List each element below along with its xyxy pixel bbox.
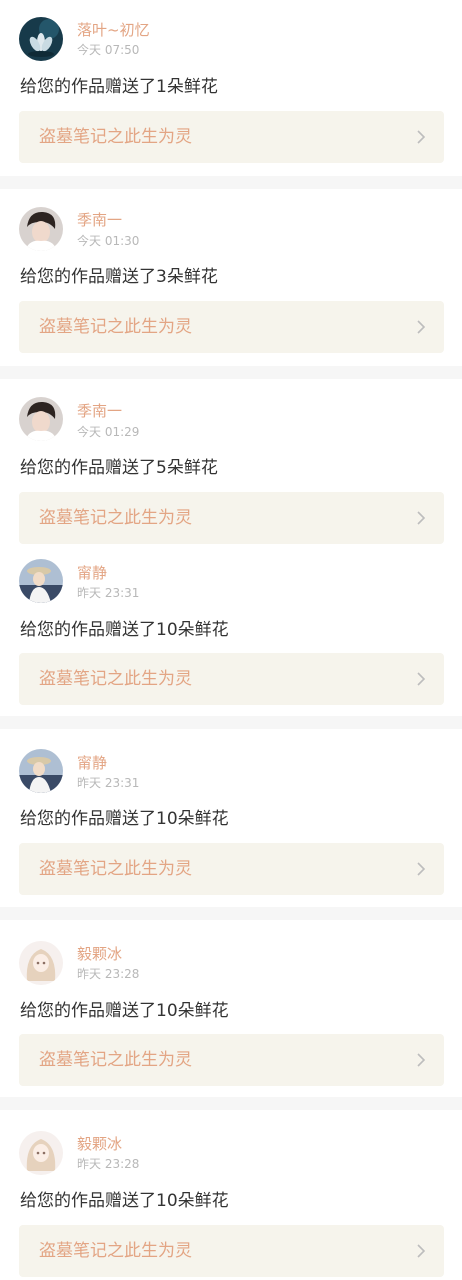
- work-link[interactable]: 盗墓笔记之此生为灵: [19, 492, 444, 544]
- chevron-right-icon: [416, 1244, 426, 1258]
- work-link[interactable]: 盗墓笔记之此生为灵: [19, 653, 444, 705]
- work-title: 盗墓笔记之此生为灵: [39, 669, 192, 689]
- username[interactable]: 落叶~初忆: [77, 21, 150, 39]
- timestamp: 今天 07:50: [77, 43, 140, 57]
- separator: [0, 1097, 462, 1110]
- username[interactable]: 毅颗冰: [77, 1135, 122, 1153]
- separator: [0, 716, 462, 729]
- separator: [0, 176, 462, 189]
- notification-card: 甯静 昨天 23:31 给您的作品赠送了10朵鲜花 盗墓笔记之此生为灵: [0, 551, 462, 716]
- username[interactable]: 甯静: [77, 564, 107, 582]
- lotus-avatar[interactable]: [19, 17, 63, 61]
- gift-message: 给您的作品赠送了10朵鲜花: [20, 1191, 229, 1211]
- girl-hat-avatar[interactable]: [19, 559, 63, 603]
- timestamp: 昨天 23:31: [77, 776, 140, 790]
- timestamp: 今天 01:29: [77, 425, 140, 439]
- chevron-right-icon: [416, 511, 426, 525]
- gift-message: 给您的作品赠送了10朵鲜花: [20, 1001, 229, 1021]
- flower-gift-notification-list: 落叶~初忆 今天 07:50 给您的作品赠送了1朵鲜花 盗墓笔记之此生为灵 季南…: [0, 0, 462, 1280]
- chevron-right-icon: [416, 320, 426, 334]
- timestamp: 昨天 23:28: [77, 1157, 140, 1171]
- work-title: 盗墓笔记之此生为灵: [39, 127, 192, 147]
- gift-message: 给您的作品赠送了3朵鲜花: [20, 267, 218, 287]
- work-link[interactable]: 盗墓笔记之此生为灵: [19, 1225, 444, 1277]
- gift-message: 给您的作品赠送了10朵鲜花: [20, 809, 229, 829]
- username[interactable]: 季南一: [77, 402, 122, 420]
- work-link[interactable]: 盗墓笔记之此生为灵: [19, 843, 444, 895]
- username[interactable]: 季南一: [77, 211, 122, 229]
- gift-message: 给您的作品赠送了1朵鲜花: [20, 77, 218, 97]
- notification-card: 季南一 今天 01:29 给您的作品赠送了5朵鲜花 盗墓笔记之此生为灵: [0, 379, 462, 551]
- gift-message: 给您的作品赠送了10朵鲜花: [20, 620, 229, 640]
- work-title: 盗墓笔记之此生为灵: [39, 1241, 192, 1261]
- work-title: 盗墓笔记之此生为灵: [39, 859, 192, 879]
- work-link[interactable]: 盗墓笔记之此生为灵: [19, 111, 444, 163]
- separator: [0, 366, 462, 379]
- chevron-right-icon: [416, 862, 426, 876]
- work-link[interactable]: 盗墓笔记之此生为灵: [19, 301, 444, 353]
- chevron-right-icon: [416, 130, 426, 144]
- work-title: 盗墓笔记之此生为灵: [39, 1050, 192, 1070]
- notification-card: 毅颗冰 昨天 23:28 给您的作品赠送了10朵鲜花 盗墓笔记之此生为灵: [0, 920, 462, 1097]
- notification-card: 甯静 昨天 23:31 给您的作品赠送了10朵鲜花 盗墓笔记之此生为灵: [0, 729, 462, 907]
- timestamp: 今天 01:30: [77, 234, 140, 248]
- boy-avatar[interactable]: [19, 397, 63, 441]
- chevron-right-icon: [416, 672, 426, 686]
- boy-avatar[interactable]: [19, 207, 63, 251]
- anime-girl-avatar[interactable]: [19, 941, 63, 985]
- notification-card: 毅颗冰 昨天 23:28 给您的作品赠送了10朵鲜花 盗墓笔记之此生为灵: [0, 1110, 462, 1280]
- separator: [0, 907, 462, 920]
- username[interactable]: 甯静: [77, 754, 107, 772]
- chevron-right-icon: [416, 1053, 426, 1067]
- girl-hat-avatar[interactable]: [19, 749, 63, 793]
- work-link[interactable]: 盗墓笔记之此生为灵: [19, 1034, 444, 1086]
- notification-card: 落叶~初忆 今天 07:50 给您的作品赠送了1朵鲜花 盗墓笔记之此生为灵: [0, 0, 462, 176]
- gift-message: 给您的作品赠送了5朵鲜花: [20, 458, 218, 478]
- work-title: 盗墓笔记之此生为灵: [39, 508, 192, 528]
- username[interactable]: 毅颗冰: [77, 945, 122, 963]
- anime-girl-avatar[interactable]: [19, 1131, 63, 1175]
- timestamp: 昨天 23:31: [77, 586, 140, 600]
- work-title: 盗墓笔记之此生为灵: [39, 317, 192, 337]
- timestamp: 昨天 23:28: [77, 967, 140, 981]
- notification-card: 季南一 今天 01:30 给您的作品赠送了3朵鲜花 盗墓笔记之此生为灵: [0, 189, 462, 366]
